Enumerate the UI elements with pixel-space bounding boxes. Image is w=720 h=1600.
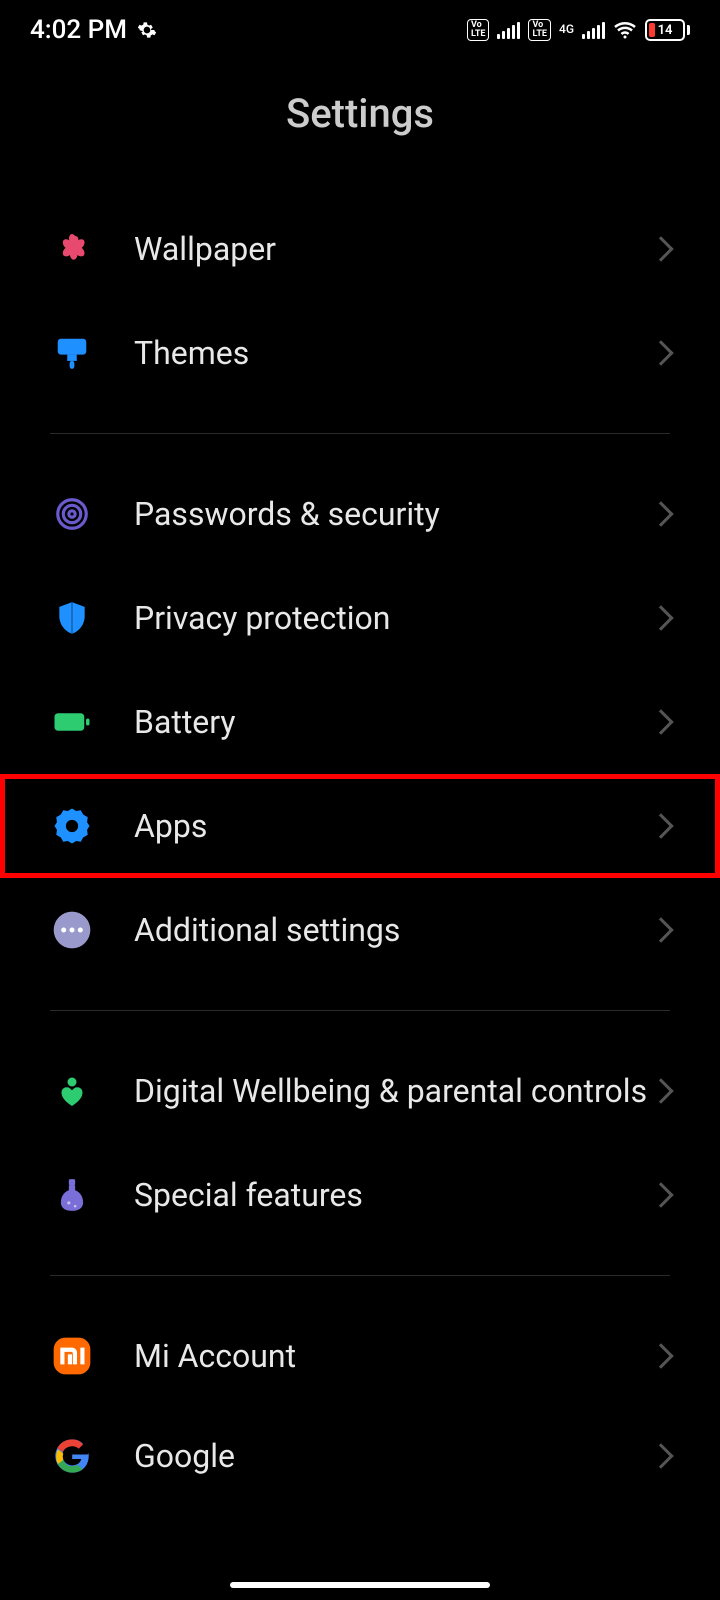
item-battery[interactable]: Battery	[0, 670, 720, 774]
item-label: Special features	[134, 1175, 652, 1215]
volte-icon: VoLTE	[467, 19, 490, 41]
battery-icon	[50, 700, 94, 744]
chevron-right-icon	[648, 236, 673, 261]
item-label: Passwords & security	[134, 494, 652, 534]
item-label: Themes	[134, 333, 652, 373]
chevron-right-icon	[648, 1443, 673, 1468]
dots-icon	[50, 908, 94, 952]
item-label: Mi Account	[134, 1336, 652, 1376]
item-miaccount[interactable]: Mi Account	[0, 1304, 720, 1408]
item-themes[interactable]: Themes	[0, 301, 720, 405]
item-additional[interactable]: Additional settings	[0, 878, 720, 982]
gear-icon	[137, 20, 157, 40]
chevron-right-icon	[648, 501, 673, 526]
network-label: 4G	[559, 23, 574, 35]
chevron-right-icon	[648, 709, 673, 734]
item-google[interactable]: Google	[0, 1408, 720, 1478]
brush-icon	[50, 331, 94, 375]
divider	[50, 433, 670, 434]
item-apps[interactable]: Apps	[0, 774, 720, 878]
chevron-right-icon	[648, 605, 673, 630]
battery-level: 14	[647, 23, 683, 38]
item-label: Apps	[134, 806, 652, 846]
flower-icon	[50, 227, 94, 271]
chevron-right-icon	[648, 340, 673, 365]
status-time: 4:02 PM	[30, 15, 127, 45]
person-heart-icon	[50, 1069, 94, 1113]
item-passwords[interactable]: Passwords & security	[0, 462, 720, 566]
divider	[50, 1010, 670, 1011]
signal-icon	[497, 21, 520, 39]
status-left: 4:02 PM	[30, 15, 157, 45]
item-privacy[interactable]: Privacy protection	[0, 566, 720, 670]
item-label: Privacy protection	[134, 598, 652, 638]
battery-icon: 14	[645, 19, 690, 41]
home-indicator[interactable]	[230, 1582, 490, 1588]
divider	[50, 1275, 670, 1276]
item-label: Wallpaper	[134, 229, 652, 269]
status-bar: 4:02 PM VoLTE VoLTE 4G 14	[0, 0, 720, 60]
chevron-right-icon	[648, 813, 673, 838]
mi-logo-icon	[50, 1334, 94, 1378]
item-label: Digital Wellbeing & parental controls	[134, 1071, 652, 1111]
item-label: Battery	[134, 702, 652, 742]
chevron-right-icon	[648, 917, 673, 942]
volte-icon-2: VoLTE	[528, 19, 551, 41]
fingerprint-icon	[50, 492, 94, 536]
status-right: VoLTE VoLTE 4G 14	[467, 18, 690, 42]
chevron-right-icon	[648, 1343, 673, 1368]
chevron-right-icon	[648, 1182, 673, 1207]
gear-icon	[50, 804, 94, 848]
google-logo-icon	[50, 1434, 94, 1478]
page-title: Settings	[0, 60, 720, 197]
flask-icon	[50, 1173, 94, 1217]
settings-list: Wallpaper Themes Passwords & security Pr…	[0, 197, 720, 1478]
shield-icon	[50, 596, 94, 640]
signal-icon-2	[582, 21, 605, 39]
item-wellbeing[interactable]: Digital Wellbeing & parental controls	[0, 1039, 720, 1143]
item-special[interactable]: Special features	[0, 1143, 720, 1247]
item-wallpaper[interactable]: Wallpaper	[0, 197, 720, 301]
chevron-right-icon	[648, 1078, 673, 1103]
wifi-icon	[613, 18, 637, 42]
item-label: Google	[134, 1436, 652, 1476]
item-label: Additional settings	[134, 910, 652, 950]
